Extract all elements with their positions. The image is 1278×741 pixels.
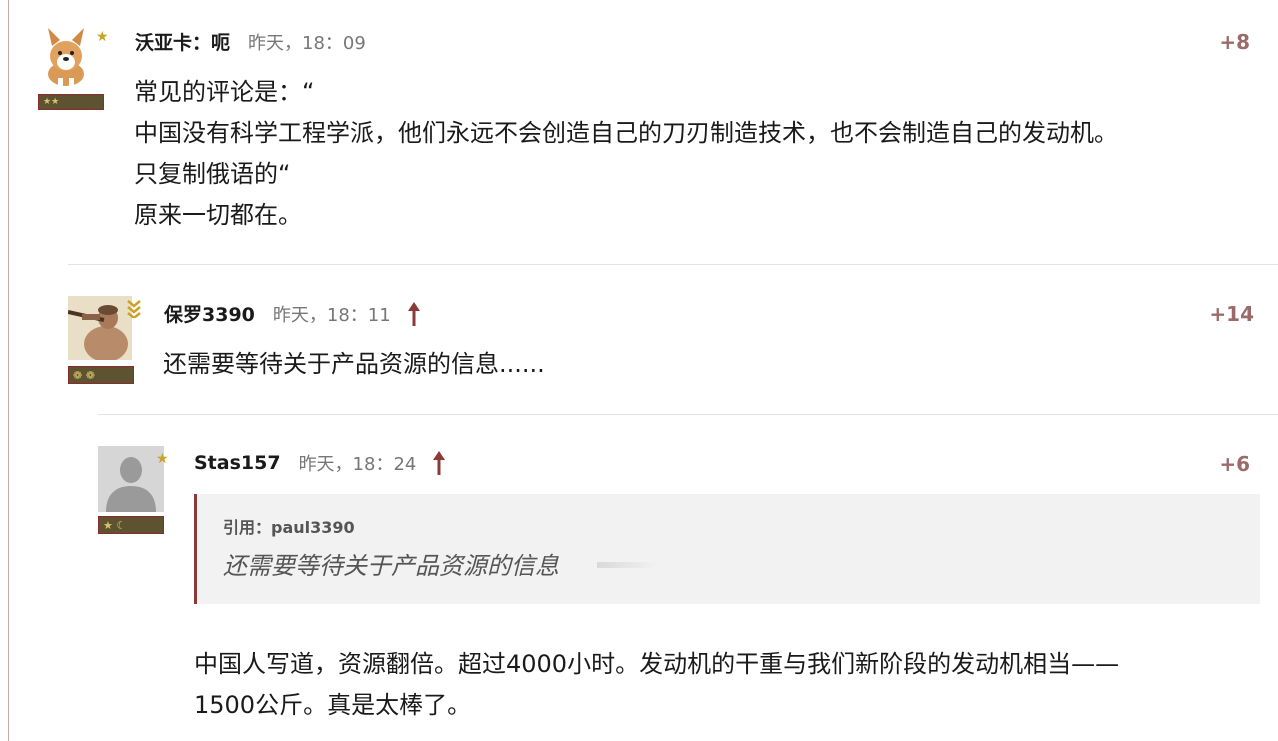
comment-line: 只复制俄语的“ bbox=[134, 160, 291, 188]
comment-line: 1500公斤。真是太棒了。 bbox=[194, 691, 472, 719]
comment-score[interactable]: +6 bbox=[1219, 452, 1250, 476]
rank-badge: ★ ☾ bbox=[98, 516, 164, 534]
rank-chevron-icon bbox=[127, 300, 141, 318]
comment-header: Stas157 昨天，18：24 bbox=[194, 450, 446, 476]
rank-insignia-icon: ❁ ❁ bbox=[73, 368, 95, 382]
author-name[interactable]: 保罗3390 bbox=[164, 300, 255, 327]
comment-score[interactable]: +8 bbox=[1219, 30, 1250, 54]
rank-insignia-icon: ★ ☾ bbox=[103, 518, 127, 532]
rank-star-icon: ★ bbox=[156, 451, 169, 467]
comment-time: 昨天，18：24 bbox=[298, 454, 417, 475]
comment-3: ★ ★ ☾ Stas157 昨天，18：24 +6 引用：paul3390 还需… bbox=[0, 414, 1278, 741]
rank-star-icon: ★ bbox=[96, 29, 109, 45]
author-name[interactable]: 沃亚卡：呃 bbox=[135, 28, 230, 55]
comment-line: 常见的评论是：“ bbox=[134, 78, 315, 106]
rank-star-icon: ★★ bbox=[43, 97, 60, 107]
comment-body: 常见的评论是：“ 中国没有科学工程学派，他们永远不会创造自己的刀刃制造技术，也不… bbox=[134, 72, 1118, 236]
comment-1: ★ ★★ 沃亚卡：呃 昨天，18：09 +8 常见的评论是：“ 中国没有科学工程… bbox=[0, 0, 1278, 264]
upvote-arrow-icon[interactable] bbox=[432, 451, 446, 475]
quote-header: 引用：paul3390 bbox=[223, 518, 355, 537]
rank-badge: ★★ bbox=[38, 94, 104, 110]
rank-badge: ❁ ❁ bbox=[68, 366, 134, 384]
quote-text: 还需要等待关于产品资源的信息 bbox=[223, 552, 559, 580]
quote-fade bbox=[597, 562, 657, 568]
upvote-arrow-icon[interactable] bbox=[407, 301, 421, 326]
comment-line: 原来一切都在。 bbox=[134, 201, 302, 229]
comment-header: 保罗3390 昨天，18：11 bbox=[164, 300, 421, 327]
comment-line: 还需要等待关于产品资源的信息...... bbox=[163, 350, 545, 378]
comment-time: 昨天，18：09 bbox=[248, 32, 366, 54]
comment-header: 沃亚卡：呃 昨天，18：09 bbox=[135, 28, 366, 55]
author-name[interactable]: Stas157 bbox=[194, 452, 281, 474]
quote-block: 引用：paul3390 还需要等待关于产品资源的信息 bbox=[194, 494, 1260, 604]
comment-body: 中国人写道，资源翻倍。超过4000小时。发动机的干重与我们新阶段的发动机相当——… bbox=[194, 644, 1119, 726]
comment-time: 昨天，18：11 bbox=[272, 304, 391, 326]
comment-body: 还需要等待关于产品资源的信息...... bbox=[163, 344, 545, 385]
comment-2: ❁ ❁ 保罗3390 昨天，18：11 +14 还需要等待关于产品资源的信息..… bbox=[0, 264, 1278, 414]
comment-score[interactable]: +14 bbox=[1209, 302, 1254, 326]
default-user-avatar[interactable] bbox=[98, 446, 164, 512]
comment-line: 中国人写道，资源翻倍。超过4000小时。发动机的干重与我们新阶段的发动机相当—— bbox=[194, 650, 1120, 678]
hunter-avatar[interactable] bbox=[68, 296, 132, 360]
corgi-avatar[interactable] bbox=[38, 24, 94, 88]
comment-line: 中国没有科学工程学派，他们永远不会创造自己的刀刃制造技术，也不会制造自己的发动机… bbox=[134, 119, 1118, 147]
